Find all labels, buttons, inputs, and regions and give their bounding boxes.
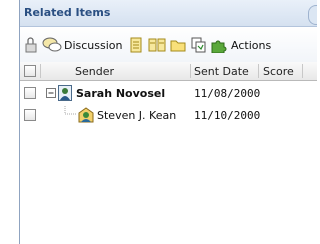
- table-row[interactable]: Sarah Novosel 11/08/2000: [20, 84, 317, 102]
- note-icon[interactable]: [129, 37, 143, 53]
- sender-name: Steven J. Kean: [97, 109, 177, 122]
- email-icon: [78, 107, 94, 123]
- tree-connector-icon: [64, 106, 77, 115]
- toolbar: Discussion Actions: [20, 27, 317, 63]
- sent-date: 11/10/2000: [194, 109, 261, 122]
- attachment-icon[interactable]: [24, 37, 38, 53]
- actions-button[interactable]: Actions: [231, 39, 271, 52]
- table-row[interactable]: Steven J. Kean 11/10/2000: [20, 106, 317, 124]
- column-header-sender[interactable]: Sender: [75, 65, 114, 78]
- puzzle-icon[interactable]: [210, 37, 228, 53]
- discussion-icon[interactable]: [42, 37, 62, 53]
- panel-title-tab[interactable]: [308, 5, 317, 25]
- column-header-score[interactable]: Score: [263, 65, 294, 78]
- row-checkbox[interactable]: [24, 109, 36, 121]
- row-checkbox[interactable]: [24, 87, 36, 99]
- table-header: Sender Sent Date Score: [20, 62, 317, 81]
- column-separator: [258, 64, 259, 78]
- column-separator: [40, 64, 41, 78]
- collapse-icon[interactable]: [46, 88, 56, 98]
- column-header-sent-date[interactable]: Sent Date: [194, 65, 249, 78]
- select-all-checkbox[interactable]: [24, 65, 36, 77]
- sent-date: 11/08/2000: [194, 87, 261, 100]
- folder-icon[interactable]: [170, 37, 186, 53]
- related-items-panel: Related Items Discussion Actions Sender …: [19, 0, 317, 244]
- contact-icon: [58, 85, 72, 101]
- copy-icon[interactable]: [191, 37, 207, 53]
- grid-icon[interactable]: [148, 37, 166, 53]
- panel-title-bar: Related Items: [20, 0, 317, 27]
- sender-name: Sarah Novosel: [76, 87, 166, 100]
- column-separator: [302, 64, 303, 78]
- discussion-button[interactable]: Discussion: [64, 39, 123, 52]
- panel-title: Related Items: [24, 6, 111, 19]
- column-separator: [190, 64, 191, 78]
